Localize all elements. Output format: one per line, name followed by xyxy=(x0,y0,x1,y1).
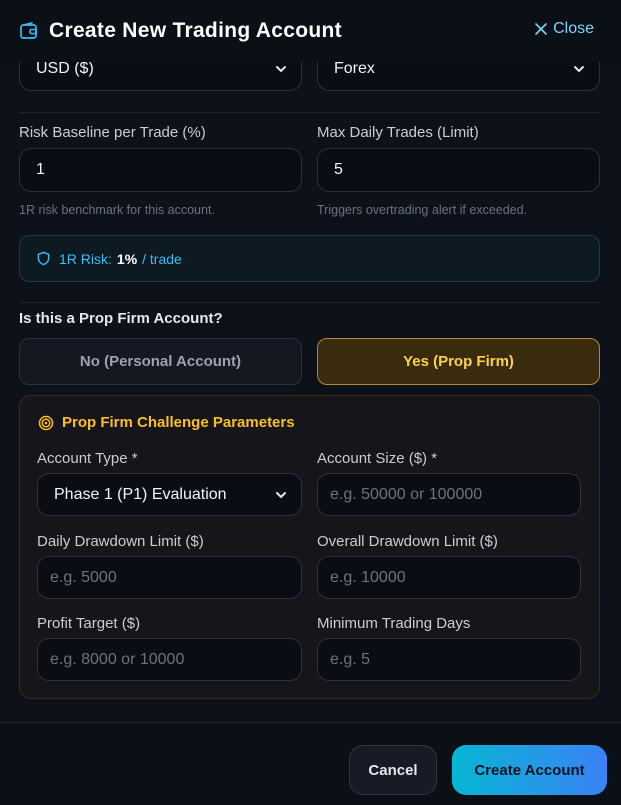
overall-drawdown-label: Overall Drawdown Limit ($) xyxy=(317,533,498,550)
account-size-input[interactable]: e.g. 50000 or 100000 xyxy=(317,473,581,516)
daily-drawdown-input[interactable]: e.g. 5000 xyxy=(37,556,302,599)
close-button[interactable]: Close xyxy=(534,20,594,38)
section-divider xyxy=(19,302,600,303)
profit-target-placeholder: e.g. 8000 or 10000 xyxy=(50,650,185,668)
modal-body: USD ($) Forex Risk Baseline per Trade (%… xyxy=(0,0,621,722)
account-type-label: Account Type * xyxy=(37,450,138,467)
overall-drawdown-placeholder: e.g. 10000 xyxy=(330,568,406,586)
prop-firm-panel: Prop Firm Challenge Parameters Account T… xyxy=(19,395,600,699)
modal-title: Create New Trading Account xyxy=(49,19,342,42)
risk-baseline-value: 1 xyxy=(36,161,45,178)
chevron-down-icon xyxy=(276,492,286,499)
profit-target-input[interactable]: e.g. 8000 or 10000 xyxy=(37,638,302,681)
risk-baseline-input[interactable]: 1 xyxy=(19,148,302,192)
account-size-label: Account Size ($) * xyxy=(317,450,438,467)
max-trades-hint: Triggers overtrading alert if exceeded. xyxy=(317,203,528,217)
risk-summary-unit: / trade xyxy=(142,250,182,267)
max-trades-value: 5 xyxy=(334,161,343,178)
prop-question: Is this a Prop Firm Account? xyxy=(19,310,223,327)
cancel-button[interactable]: Cancel xyxy=(349,745,437,795)
close-icon xyxy=(535,23,547,35)
min-days-input[interactable]: e.g. 5 xyxy=(317,638,581,681)
shield-icon xyxy=(37,251,50,266)
max-trades-label: Max Daily Trades (Limit) xyxy=(317,124,479,141)
prop-toggle-no[interactable]: No (Personal Account) xyxy=(19,338,302,385)
daily-drawdown-label: Daily Drawdown Limit ($) xyxy=(37,533,204,550)
min-days-placeholder: e.g. 5 xyxy=(330,650,371,668)
risk-summary-banner: 1R Risk: 1% / trade xyxy=(19,235,600,282)
modal-header: Create New Trading Account Close xyxy=(0,0,621,62)
profit-target-label: Profit Target ($) xyxy=(37,615,141,632)
chevron-down-icon xyxy=(574,66,584,73)
overall-drawdown-input[interactable]: e.g. 10000 xyxy=(317,556,581,599)
risk-summary-label: 1R Risk: xyxy=(59,250,112,267)
wallet-icon xyxy=(20,22,37,39)
currency-select-value: USD ($) xyxy=(36,60,94,77)
create-account-button[interactable]: Create Account xyxy=(452,745,607,795)
risk-baseline-label: Risk Baseline per Trade (%) xyxy=(19,124,206,141)
account-size-placeholder: e.g. 50000 or 100000 xyxy=(330,485,483,503)
prop-toggle-yes[interactable]: Yes (Prop Firm) xyxy=(317,338,600,385)
account-type-value: Phase 1 (P1) Evaluation xyxy=(54,485,227,503)
prop-panel-title: Prop Firm Challenge Parameters xyxy=(38,414,295,431)
max-trades-input[interactable]: 5 xyxy=(317,148,600,192)
risk-baseline-hint: 1R risk benchmark for this account. xyxy=(19,203,215,217)
chevron-down-icon xyxy=(276,66,286,73)
market-select-value: Forex xyxy=(334,60,375,77)
risk-summary-value: 1% xyxy=(116,250,138,267)
daily-drawdown-placeholder: e.g. 5000 xyxy=(50,568,117,586)
prop-panel-title-text: Prop Firm Challenge Parameters xyxy=(62,414,295,431)
section-divider xyxy=(19,112,600,113)
modal-footer: Cancel Create Account xyxy=(0,722,621,805)
account-type-select[interactable]: Phase 1 (P1) Evaluation xyxy=(37,473,302,516)
target-icon xyxy=(38,415,54,430)
close-button-label: Close xyxy=(553,20,594,37)
min-days-label: Minimum Trading Days xyxy=(317,615,471,632)
